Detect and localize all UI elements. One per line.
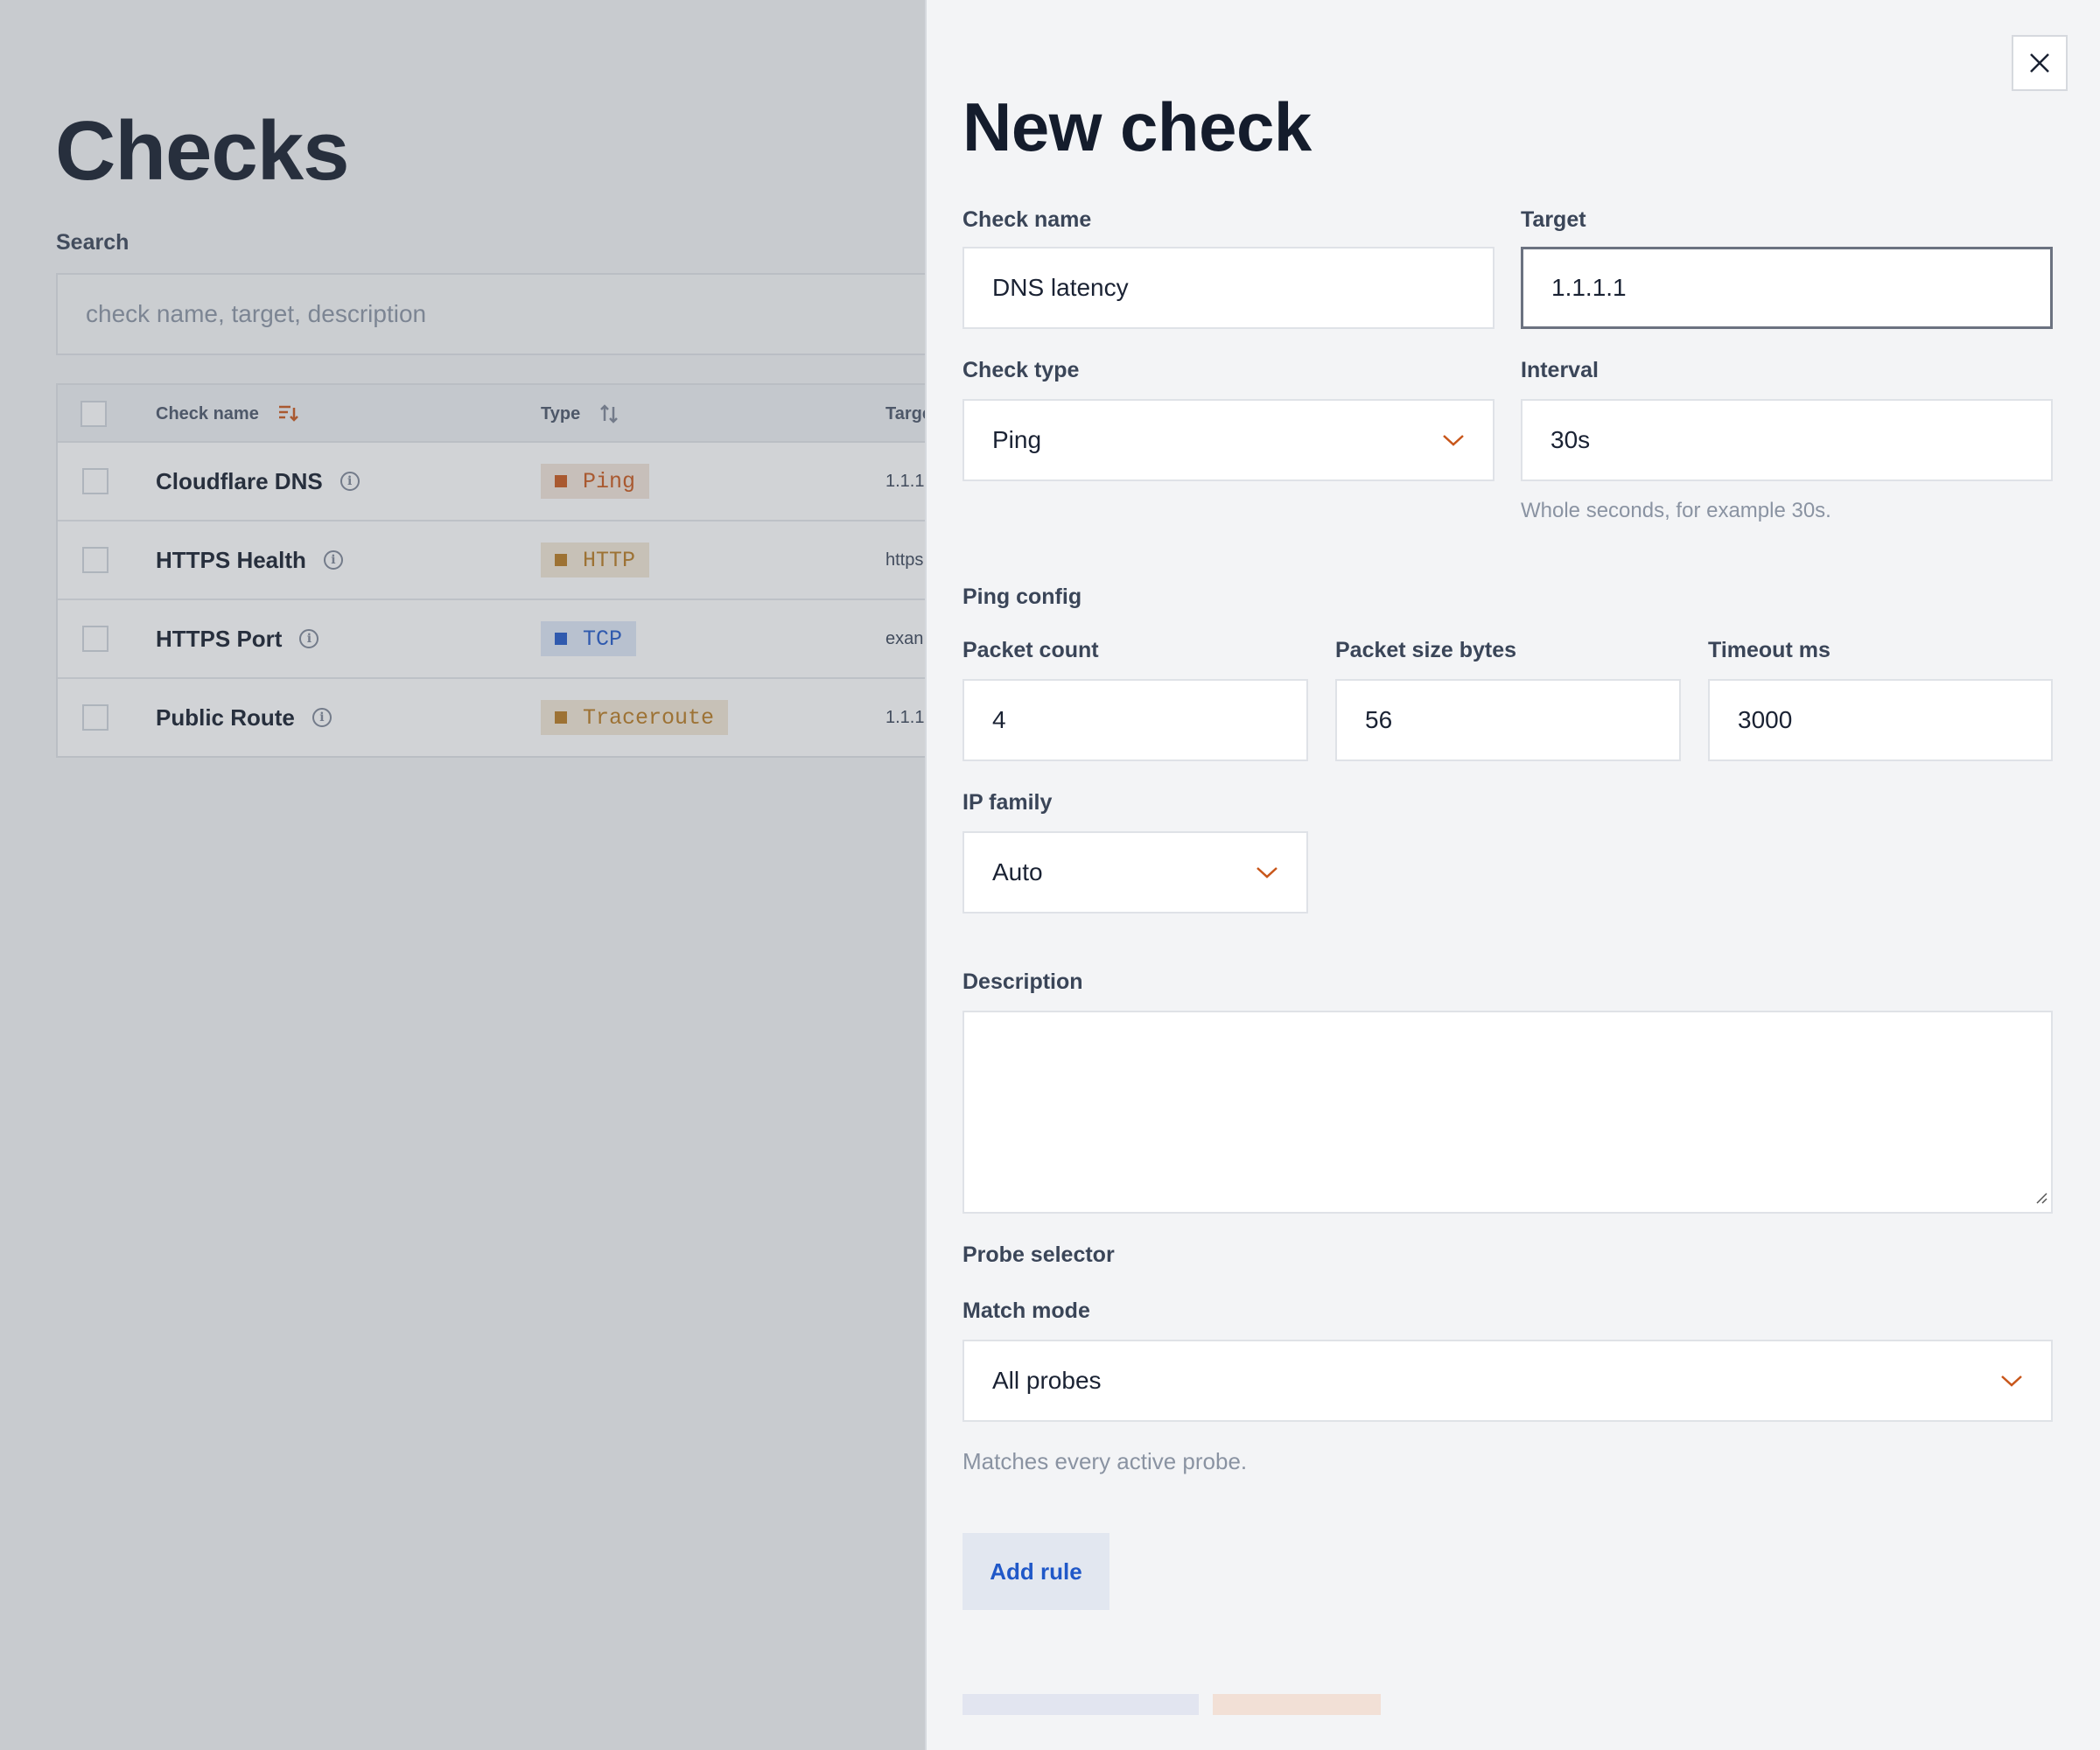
match-mode-label: Match mode	[962, 1298, 1090, 1323]
drawer-title: New check	[962, 88, 1312, 165]
target-input[interactable]: 1.1.1.1	[1521, 247, 2053, 329]
footer-primary-button[interactable]	[1213, 1694, 1381, 1715]
packet-count-input[interactable]: 4	[962, 679, 1308, 761]
packet-count-label: Packet count	[962, 638, 1099, 662]
packet-size-value: 56	[1365, 706, 1393, 733]
probe-selector-heading: Probe selector	[962, 1242, 1115, 1267]
check-name-input[interactable]: DNS latency	[962, 247, 1494, 329]
timeout-label: Timeout ms	[1708, 638, 1830, 662]
description-label: Description	[962, 970, 1083, 994]
interval-input[interactable]: 30s	[1521, 399, 2053, 481]
close-icon	[2028, 52, 2051, 74]
target-label: Target	[1521, 207, 1586, 232]
target-value: 1.1.1.1	[1551, 274, 1627, 301]
add-rule-button[interactable]: Add rule	[962, 1533, 1110, 1610]
close-button[interactable]	[2012, 35, 2068, 91]
packet-size-input[interactable]: 56	[1335, 679, 1681, 761]
check-name-label: Check name	[962, 207, 1092, 232]
ip-family-select[interactable]: Auto	[962, 831, 1308, 914]
check-type-select[interactable]: Ping	[962, 399, 1494, 481]
ip-family-label: IP family	[962, 790, 1053, 815]
match-mode-select[interactable]: All probes	[962, 1340, 2053, 1422]
footer-secondary-button[interactable]	[962, 1694, 1199, 1715]
new-check-drawer: New check Check name DNS latency Target …	[925, 0, 2100, 1750]
ip-family-value: Auto	[992, 858, 1043, 886]
description-textarea[interactable]	[962, 1011, 2053, 1214]
packet-count-value: 4	[992, 706, 1006, 733]
chevron-down-icon	[1256, 865, 1278, 879]
interval-label: Interval	[1521, 358, 1599, 382]
chevron-down-icon	[1442, 433, 1465, 447]
packet-size-label: Packet size bytes	[1335, 638, 1517, 662]
check-type-value: Ping	[992, 426, 1042, 453]
check-type-label: Check type	[962, 358, 1080, 382]
timeout-value: 3000	[1738, 706, 1793, 733]
match-mode-hint: Matches every active probe.	[962, 1448, 1248, 1474]
chevron-down-icon	[2000, 1374, 2023, 1388]
ping-config-heading: Ping config	[962, 584, 1082, 609]
match-mode-value: All probes	[992, 1367, 1102, 1394]
interval-value: 30s	[1550, 426, 1591, 453]
modal-overlay[interactable]	[0, 0, 926, 1750]
resize-handle-icon[interactable]	[2034, 1190, 2048, 1208]
interval-hint: Whole seconds, for example 30s.	[1521, 499, 1831, 522]
timeout-input[interactable]: 3000	[1708, 679, 2053, 761]
check-name-value: DNS latency	[992, 274, 1129, 301]
